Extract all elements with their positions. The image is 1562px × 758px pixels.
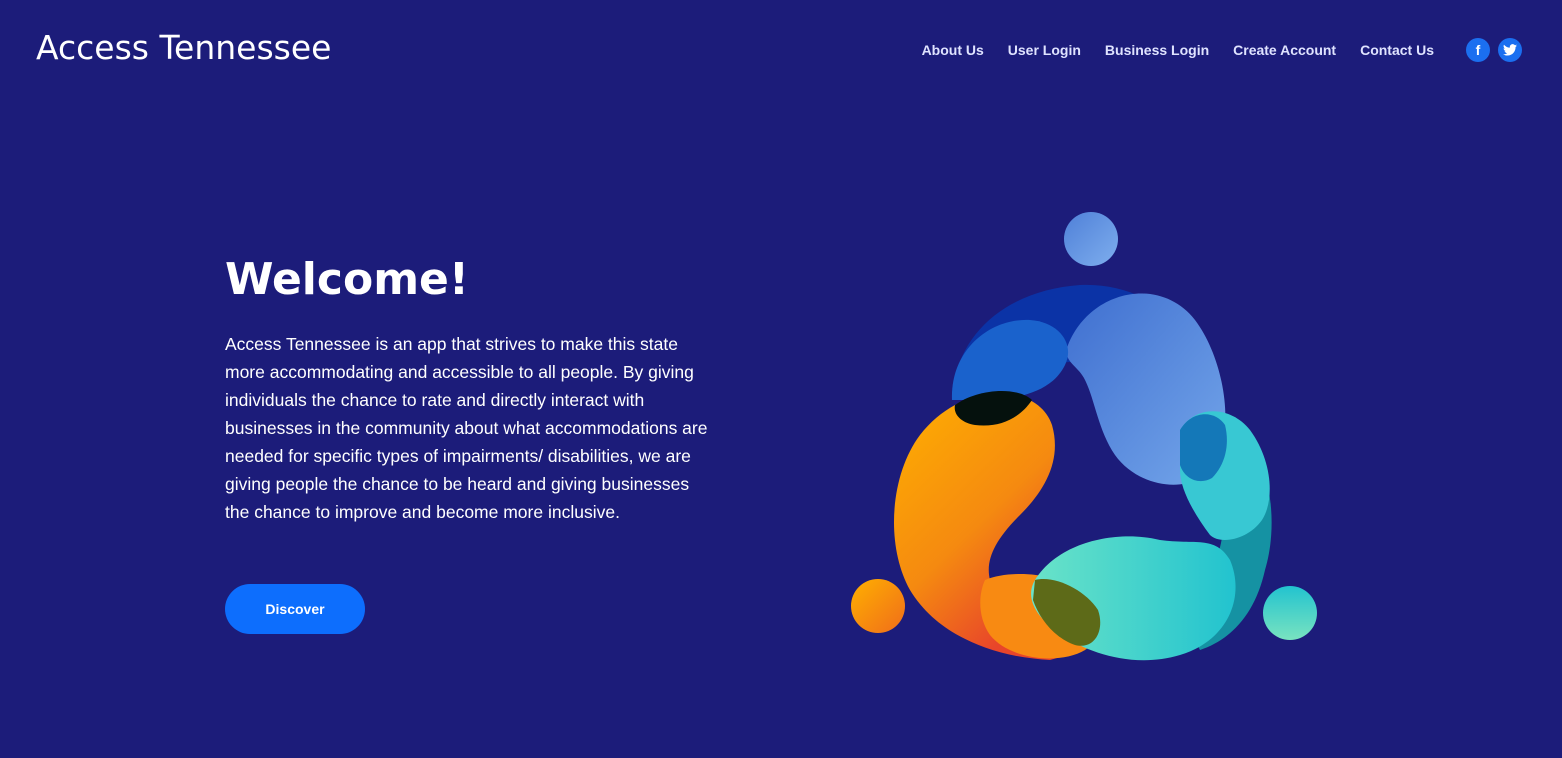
dot-teal [1263,586,1317,640]
nav-about-us[interactable]: About Us [922,42,984,58]
facebook-icon[interactable]: f [1466,38,1490,62]
blob-blue-left [951,319,1069,400]
nav-contact-us[interactable]: Contact Us [1360,42,1434,58]
twitter-icon[interactable] [1498,38,1522,62]
dot-orange [851,579,905,633]
hero-illustration [851,212,1317,661]
nav-create-account[interactable]: Create Account [1233,42,1336,58]
discover-button[interactable]: Discover [225,584,365,634]
dot-blue [1064,212,1118,266]
hero-title: Welcome! [225,254,469,305]
nav-business-login[interactable]: Business Login [1105,42,1209,58]
nav-user-login[interactable]: User Login [1008,42,1081,58]
hero-description: Access Tennessee is an app that strives … [225,334,708,522]
main-nav: About Us User Login Business Login Creat… [898,38,1522,62]
brand-logo[interactable]: Access Tennessee [36,28,331,67]
social-links: f [1458,38,1522,62]
twitter-bird-glyph [1503,44,1517,56]
